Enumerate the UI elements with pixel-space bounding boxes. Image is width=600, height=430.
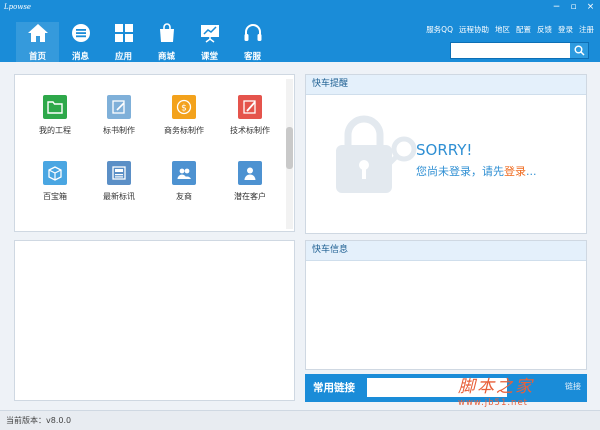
search-box [450,42,589,59]
common-links-button[interactable]: 链接 [565,381,581,392]
app-label: 标书制作 [103,126,135,135]
app-potential-clients[interactable]: 潜在客户 [218,161,282,202]
nav-label: 消息 [71,52,89,62]
headset-icon [244,24,261,41]
app-my-project[interactable]: 我的工程 [23,95,87,136]
folder-icon [43,95,67,119]
reminder-panel: 快车提醒 SORRY! 您尚未登录，请先登录... [305,74,587,234]
apps-grid-icon [114,24,133,42]
shopping-bag-icon [159,23,174,42]
link-register[interactable]: 注册 [579,24,594,35]
svg-text:$: $ [181,104,187,114]
common-links-bar: 常用链接 链接 [305,374,587,402]
edit-pen-icon [238,95,262,119]
nav-item-message[interactable]: 消息 [59,22,102,62]
lock-key-icon [336,115,417,193]
panel-title: 快车提醒 [306,75,586,95]
home-icon [27,24,48,42]
window-controls: − ▫ × [551,2,596,12]
top-bar: Lpowse − ▫ × 首页 消息 应用 商城 课堂 客服 服务QQ 远程协助… [0,0,600,62]
presentation-icon [200,25,219,43]
app-label: 友商 [176,192,192,201]
apps-panel: 我的工程 标书制作 $ 商务标制作 技术标制作 百宝箱 最新标讯 友商 潜在客户 [14,74,295,232]
nav-label: 客服 [243,52,261,62]
nav-item-apps[interactable]: 应用 [102,22,145,62]
dollar-coin-icon: $ [172,95,196,119]
minimize-button[interactable]: − [551,2,562,12]
login-prompt: 您尚未登录，请先登录... [416,163,537,179]
app-logo: Lpowse [4,3,32,11]
top-links: 服务QQ 远程协助 地区 配置 反馈 登录 注册 [426,24,594,35]
message-icon [71,24,90,42]
login-prompt-ellipsis: ... [526,165,537,178]
status-bar: 当前版本：v8.0.0 [0,410,600,430]
nav-item-classroom[interactable]: 课堂 [188,22,231,62]
box-icon [43,161,67,185]
user-icon [238,161,262,185]
login-link[interactable]: 登录 [504,165,526,178]
link-config[interactable]: 配置 [516,24,531,35]
search-icon [574,45,585,56]
main-nav: 首页 消息 应用 商城 课堂 客服 [16,22,274,62]
nav-label: 应用 [114,52,132,62]
nav-item-home[interactable]: 首页 [16,22,59,62]
app-bid-making[interactable]: 标书制作 [87,95,151,136]
link-remote-assist[interactable]: 远程协助 [459,24,489,35]
users-icon [172,161,196,185]
close-button[interactable]: × [585,2,596,12]
app-toolbox[interactable]: 百宝箱 [23,161,87,202]
app-label: 技术标制作 [230,126,270,135]
nav-label: 首页 [28,52,46,62]
app-label: 我的工程 [39,126,71,135]
link-feedback[interactable]: 反馈 [537,24,552,35]
nav-label: 商城 [157,52,175,62]
nav-item-mall[interactable]: 商城 [145,22,188,62]
edit-document-icon [107,95,131,119]
search-button[interactable] [570,43,588,58]
apps-scrollbar[interactable] [286,79,293,229]
common-links-select[interactable] [367,378,507,397]
link-region[interactable]: 地区 [495,24,510,35]
app-label: 潜在客户 [234,192,266,201]
link-login[interactable]: 登录 [558,24,573,35]
scrollbar-thumb[interactable] [286,127,293,169]
app-technical-bid[interactable]: 技术标制作 [218,95,282,136]
nav-item-service[interactable]: 客服 [231,22,274,62]
panel-title: 快车信息 [306,241,586,261]
app-label: 最新标讯 [103,192,135,201]
app-label: 百宝箱 [43,192,67,201]
app-commercial-bid[interactable]: $ 商务标制作 [152,95,216,136]
maximize-button[interactable]: ▫ [568,2,579,12]
common-links-label: 常用链接 [313,382,355,394]
news-icon [107,161,131,185]
link-service-qq[interactable]: 服务QQ [426,24,453,35]
search-input[interactable] [451,43,567,58]
version-text: 当前版本：v8.0.0 [6,416,72,425]
login-prompt-text: 您尚未登录，请先 [416,165,504,178]
app-partners[interactable]: 友商 [152,161,216,202]
app-label: 商务标制作 [164,126,204,135]
lower-left-panel [14,240,295,401]
nav-label: 课堂 [200,52,218,62]
app-latest-tenders[interactable]: 最新标讯 [87,161,151,202]
info-panel: 快车信息 [305,240,587,370]
sorry-title: SORRY! [416,141,473,159]
